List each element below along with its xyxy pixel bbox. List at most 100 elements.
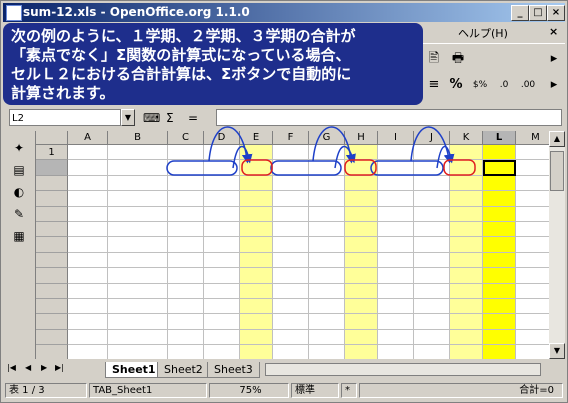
toolbar-more-icon[interactable]: ▸ [545, 50, 563, 68]
cell-i9[interactable] [378, 268, 414, 284]
print-icon[interactable]: 🖶 [449, 50, 467, 68]
cell-f2[interactable] [273, 160, 309, 176]
tab-sheet3[interactable]: Sheet3 [207, 362, 260, 378]
cell-b8[interactable] [108, 252, 168, 269]
cell-b14[interactable] [108, 345, 168, 359]
cell-k14[interactable] [450, 345, 483, 359]
tab-sheet1[interactable]: Sheet1 [105, 362, 163, 378]
name-box-dropdown-icon[interactable]: ▼ [121, 109, 135, 126]
cell-j4[interactable] [414, 191, 450, 207]
row-header-6[interactable] [36, 222, 68, 238]
cell-m5[interactable] [516, 207, 550, 222]
cell-g3[interactable] [309, 175, 345, 192]
cell-j5[interactable] [414, 206, 450, 222]
cell-j10[interactable] [414, 283, 450, 299]
cell-k10[interactable] [450, 283, 483, 299]
cell-b13[interactable] [108, 329, 168, 346]
row-header-14[interactable] [36, 345, 68, 359]
cell-c8[interactable] [168, 252, 204, 269]
cell-e9[interactable] [240, 268, 273, 284]
vertical-scrollbar[interactable]: ▲ ▼ [549, 131, 565, 359]
cell-l8[interactable] [483, 252, 516, 269]
cell-g9[interactable] [309, 268, 345, 284]
cell-k8[interactable] [450, 252, 483, 269]
column-header-e[interactable]: E [240, 131, 273, 145]
cell-e10[interactable] [240, 283, 273, 299]
cell-d3[interactable] [204, 175, 240, 192]
cell-g8[interactable] [309, 252, 345, 269]
scroll-thumb[interactable] [550, 151, 564, 191]
currency-format-icon[interactable]: $% [471, 76, 489, 94]
cell-d13[interactable] [204, 329, 240, 346]
cell-h12[interactable] [345, 314, 378, 330]
cell-l7[interactable] [483, 237, 516, 253]
cell-m8[interactable] [516, 253, 550, 269]
cell-g10[interactable] [309, 283, 345, 299]
row-header-13[interactable] [36, 329, 68, 346]
export-pdf-icon[interactable]: 🖹 [425, 50, 443, 68]
row-header-1[interactable]: 1 [36, 145, 68, 161]
cell-k3[interactable] [450, 175, 483, 192]
cell-e4[interactable] [240, 191, 273, 207]
cell-a5[interactable] [68, 206, 108, 222]
row-header-12[interactable] [36, 314, 68, 330]
cell-f6[interactable] [273, 222, 309, 238]
cell-l5[interactable] [483, 206, 516, 222]
cell-g4[interactable] [309, 191, 345, 207]
sum-button[interactable]: Σ [166, 111, 174, 125]
header-cell[interactable] [168, 145, 204, 161]
cell-m12[interactable] [516, 314, 550, 330]
cell-f3[interactable] [273, 175, 309, 192]
cell-i7[interactable] [378, 237, 414, 253]
close-button[interactable]: × [547, 5, 565, 21]
decimal-remove-icon[interactable]: .00 [519, 76, 537, 94]
cell-c2[interactable] [168, 160, 204, 176]
cell-c4[interactable] [168, 191, 204, 207]
edit-icon[interactable]: ✎ [11, 207, 27, 223]
maximize-button[interactable]: □ [529, 5, 547, 21]
cell-c5[interactable] [168, 206, 204, 222]
tab-next-icon[interactable]: ▶ [41, 363, 47, 372]
row-header-10[interactable] [36, 283, 68, 299]
header-cell[interactable] [345, 145, 378, 161]
column-header-a[interactable]: A [68, 131, 108, 145]
cell-e7[interactable] [240, 237, 273, 253]
cell-k11[interactable] [450, 299, 483, 315]
cell-j13[interactable] [414, 329, 450, 346]
cell-i12[interactable] [378, 314, 414, 330]
cell-b6[interactable] [108, 222, 168, 238]
cell-d9[interactable] [204, 268, 240, 284]
cell-b10[interactable] [108, 283, 168, 299]
datasource-icon[interactable]: ▦ [11, 229, 27, 245]
cell-i2[interactable] [378, 160, 414, 176]
menu-close-doc-icon[interactable]: × [549, 25, 558, 38]
header-cell[interactable] [108, 145, 168, 161]
header-cell[interactable] [309, 145, 345, 161]
cell-h11[interactable] [345, 299, 378, 315]
row-header-2[interactable] [36, 160, 68, 176]
cell-f13[interactable] [273, 329, 309, 346]
cell-e5[interactable] [240, 206, 273, 222]
row-header-8[interactable] [36, 252, 68, 269]
column-header-f[interactable]: F [273, 131, 309, 145]
cell-b5[interactable] [108, 206, 168, 222]
cell-a12[interactable] [68, 314, 108, 330]
cell-f4[interactable] [273, 191, 309, 207]
toolbar-more2-icon[interactable]: ▸ [545, 76, 563, 94]
cell-i4[interactable] [378, 191, 414, 207]
cell-m11[interactable] [516, 299, 550, 315]
stylist-icon[interactable]: ▤ [11, 163, 27, 179]
cell-b2[interactable] [108, 160, 168, 176]
cell-i11[interactable] [378, 299, 414, 315]
cell-l2[interactable] [483, 160, 516, 176]
cell-e13[interactable] [240, 329, 273, 346]
cell-a11[interactable] [68, 299, 108, 315]
status-zoom[interactable]: 75% [209, 383, 289, 398]
column-header-i[interactable]: I [378, 131, 414, 145]
row-header-5[interactable] [36, 206, 68, 222]
cell-h9[interactable] [345, 268, 378, 284]
equals-button[interactable]: = [188, 111, 198, 125]
cell-f8[interactable] [273, 252, 309, 269]
cell-i3[interactable] [378, 175, 414, 192]
cell-h5[interactable] [345, 206, 378, 222]
